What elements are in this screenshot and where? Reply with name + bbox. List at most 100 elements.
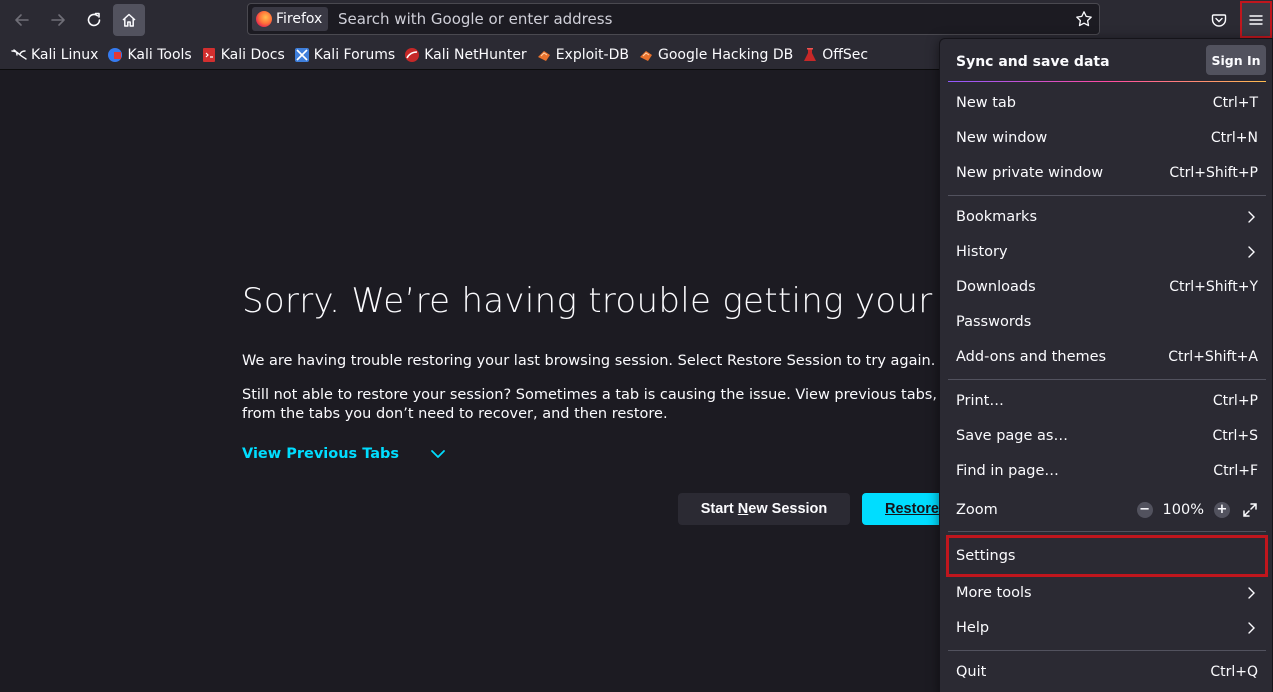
- menu-item-help[interactable]: Help: [948, 612, 1266, 644]
- zoom-in-button[interactable]: +: [1214, 502, 1230, 518]
- start-new-session-accesskey: N: [737, 501, 749, 517]
- kali-forums-icon: [294, 47, 309, 62]
- identity-label: Firefox: [276, 11, 323, 27]
- bookmark-kali-tools[interactable]: Kali Tools: [104, 43, 197, 67]
- restore-description: We are having trouble restoring your las…: [242, 353, 936, 369]
- view-previous-tabs-label: View Previous Tabs: [242, 446, 400, 462]
- menu-item-more-tools[interactable]: More tools: [948, 577, 1266, 609]
- gradient-divider: [948, 81, 1266, 82]
- menu-item-zoom: Zoom − 100% +: [948, 494, 1266, 526]
- menu-item-label: History: [956, 244, 1008, 260]
- bookmark-label: Kali Docs: [220, 46, 285, 63]
- menu-item-downloads[interactable]: Downloads Ctrl+Shift+Y: [948, 271, 1266, 303]
- kali-nethunter-icon: [405, 47, 420, 62]
- menu-item-label: Quit: [956, 664, 987, 680]
- menu-separator: [948, 531, 1266, 532]
- exploit-db-icon: [537, 50, 550, 61]
- menu-item-label: Bookmarks: [956, 209, 1038, 225]
- url-bar[interactable]: Firefox: [247, 3, 1100, 35]
- menu-item-new-private-window[interactable]: New private window Ctrl+Shift+P: [948, 157, 1266, 189]
- menu-separator: [948, 650, 1266, 651]
- ghdb-icon: [639, 50, 652, 61]
- menu-item-label: Add-ons and themes: [956, 349, 1107, 365]
- menu-separator: [948, 195, 1266, 196]
- sign-in-button[interactable]: Sign In: [1206, 45, 1266, 75]
- arrow-left-icon: [15, 14, 29, 26]
- zoom-reset-button[interactable]: 100%: [1163, 502, 1204, 518]
- menu-item-bookmarks[interactable]: Bookmarks: [948, 201, 1266, 233]
- start-new-session-button[interactable]: Start New Session: [678, 493, 850, 525]
- pocket-icon: [1211, 14, 1227, 27]
- menu-item-shortcut: Ctrl+Shift+Y: [1169, 279, 1258, 295]
- menu-item-history[interactable]: History: [948, 236, 1266, 268]
- view-previous-tabs-toggle[interactable]: View Previous Tabs: [242, 445, 447, 463]
- fullscreen-icon[interactable]: [1242, 502, 1258, 518]
- forward-button[interactable]: [42, 4, 74, 36]
- reload-icon: [87, 12, 101, 27]
- bookmark-kali-nethunter[interactable]: Kali NetHunter: [401, 43, 532, 67]
- menu-separator: [948, 379, 1266, 380]
- menu-item-shortcut: Ctrl+T: [1212, 95, 1258, 111]
- identity-box[interactable]: Firefox: [252, 7, 329, 31]
- menu-item-label: New window: [956, 130, 1048, 146]
- offsec-icon: [804, 47, 817, 61]
- chevron-right-icon: [1248, 211, 1255, 223]
- menu-item-shortcut: Ctrl+F: [1213, 463, 1258, 479]
- reload-button[interactable]: [78, 4, 110, 36]
- bookmark-star-icon[interactable]: [1075, 10, 1093, 28]
- chevron-right-icon: [1248, 622, 1255, 634]
- zoom-controls: − 100% +: [1136, 502, 1258, 518]
- bookmark-kali-docs[interactable]: Kali Docs: [198, 43, 291, 67]
- menu-item-new-window[interactable]: New window Ctrl+N: [948, 122, 1266, 154]
- bookmark-google-hacking-db[interactable]: Google Hacking DB: [635, 43, 799, 67]
- bookmark-offsec[interactable]: OffSec: [799, 43, 874, 67]
- home-button[interactable]: [113, 4, 145, 36]
- menu-item-find-in-page[interactable]: Find in page… Ctrl+F: [948, 455, 1266, 487]
- sync-title: Sync and save data: [956, 54, 1110, 70]
- menu-item-label: Passwords: [956, 314, 1032, 330]
- start-new-session-label-pre: Start: [700, 501, 738, 517]
- menu-item-addons-and-themes[interactable]: Add-ons and themes Ctrl+Shift+A: [948, 341, 1266, 373]
- bookmark-exploit-db[interactable]: Exploit-DB: [533, 43, 635, 67]
- restore-help-text: Still not able to restore your session? …: [242, 386, 1017, 424]
- menu-item-quit[interactable]: Quit Ctrl+Q: [948, 656, 1266, 688]
- menu-item-shortcut: Ctrl+S: [1212, 428, 1258, 444]
- menu-item-passwords[interactable]: Passwords: [948, 306, 1266, 338]
- menu-item-label: Downloads: [956, 279, 1036, 295]
- chevron-down-icon: [431, 450, 445, 458]
- restore-help-line-1: Still not able to restore your session? …: [242, 387, 1017, 403]
- menu-item-label: Zoom: [956, 502, 998, 518]
- menu-item-new-tab[interactable]: New tab Ctrl+T: [948, 87, 1266, 119]
- menu-item-label: New tab: [956, 95, 1017, 111]
- restore-help-line-2: from the tabs you don’t need to recover,…: [242, 406, 668, 422]
- bookmark-label: Kali NetHunter: [424, 46, 527, 63]
- kali-docs-icon: [202, 47, 215, 62]
- menu-item-shortcut: Ctrl+Shift+P: [1169, 165, 1258, 181]
- menu-item-label: Print…: [956, 393, 1004, 409]
- arrow-right-icon: [51, 14, 65, 26]
- menu-item-save-page-as[interactable]: Save page as… Ctrl+S: [948, 420, 1266, 452]
- back-button[interactable]: [6, 4, 38, 36]
- bookmark-label: Kali Linux: [31, 46, 99, 63]
- sync-header: Sync and save data Sign In: [948, 42, 1266, 82]
- menu-item-label: Find in page…: [956, 463, 1059, 479]
- menu-item-print[interactable]: Print… Ctrl+P: [948, 385, 1266, 417]
- open-app-menu-button[interactable]: [1240, 1, 1272, 38]
- bookmark-label: Kali Forums: [313, 46, 396, 63]
- bookmark-kali-forums[interactable]: Kali Forums: [291, 43, 401, 67]
- menu-item-settings[interactable]: Settings: [946, 535, 1268, 577]
- bookmark-label: Kali Tools: [127, 46, 192, 63]
- kali-dragon-icon: [11, 48, 27, 60]
- navigation-toolbar: Firefox: [0, 0, 1273, 40]
- zoom-out-button[interactable]: −: [1136, 502, 1153, 518]
- bookmark-label: OffSec: [822, 46, 869, 63]
- bookmark-kali-linux[interactable]: Kali Linux: [8, 43, 104, 67]
- chevron-right-icon: [1248, 587, 1255, 599]
- kali-tools-icon: [108, 47, 123, 62]
- pocket-button[interactable]: [1203, 4, 1235, 36]
- bookmark-label: Exploit-DB: [555, 46, 629, 63]
- menu-item-shortcut: Ctrl+P: [1212, 393, 1258, 409]
- menu-item-shortcut: Ctrl+Q: [1210, 664, 1258, 680]
- url-input[interactable]: [338, 9, 1038, 29]
- chevron-right-icon: [1248, 246, 1255, 258]
